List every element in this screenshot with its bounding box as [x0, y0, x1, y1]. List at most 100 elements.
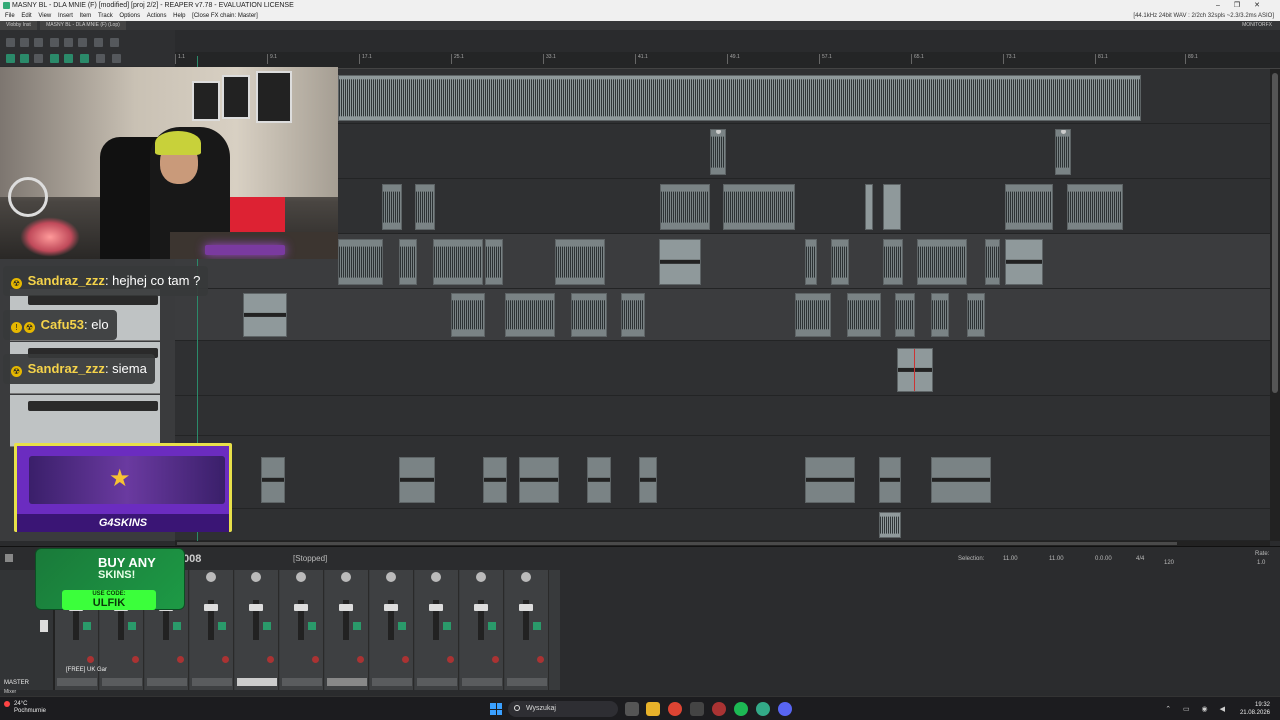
media-item[interactable] [879, 512, 901, 538]
media-item[interactable] [883, 239, 903, 285]
task-view-icon[interactable] [625, 702, 639, 716]
record-arm-button[interactable] [177, 656, 184, 663]
taskbar-search[interactable]: Wyszukaj [508, 701, 618, 717]
media-item[interactable] [831, 239, 849, 285]
fx-button[interactable] [353, 622, 361, 630]
snap-icon[interactable] [6, 54, 15, 63]
bpm-field[interactable]: 120 [1164, 560, 1174, 566]
menu-help[interactable]: Help [173, 13, 185, 19]
auto-crossfade-icon[interactable] [50, 54, 59, 63]
media-item[interactable] [795, 293, 831, 337]
media-item[interactable] [1005, 184, 1053, 230]
fader-cap[interactable] [294, 604, 308, 611]
media-item[interactable] [931, 293, 949, 337]
media-item[interactable] [243, 293, 287, 337]
crossfade-editor-icon[interactable] [96, 54, 105, 63]
project-settings-icon[interactable] [50, 38, 59, 47]
media-item[interactable] [587, 457, 611, 503]
track-controls[interactable] [28, 401, 158, 411]
media-item[interactable] [485, 239, 503, 285]
redo-icon[interactable] [78, 38, 87, 47]
play-button-icon[interactable] [5, 554, 13, 562]
track-header[interactable] [10, 395, 160, 447]
media-item[interactable] [1067, 184, 1123, 230]
minimize-button[interactable]: – [1216, 2, 1234, 9]
media-item[interactable] [555, 239, 605, 285]
weather-widget[interactable]: 24°C Pochmurnie [14, 701, 46, 715]
media-item[interactable] [621, 293, 645, 337]
discord-icon[interactable] [778, 702, 792, 716]
scroll-thumb[interactable] [177, 542, 1177, 545]
media-item[interactable] [338, 75, 1141, 121]
fx-button[interactable] [443, 622, 451, 630]
close-button[interactable]: ✕ [1254, 2, 1274, 9]
mixer-tab[interactable]: Mixer [4, 689, 16, 695]
scroll-thumb[interactable] [1272, 73, 1278, 393]
track-lane[interactable] [175, 289, 1270, 341]
start-button[interactable] [490, 703, 502, 715]
media-item[interactable] [895, 293, 915, 337]
fader-cap[interactable] [429, 604, 443, 611]
ripple-edit-icon[interactable] [20, 54, 29, 63]
taskbar-clock[interactable]: 19:32 21.08.2026 [1240, 701, 1270, 717]
timeline-ruler[interactable]: 1.1 9.1 17.1 25.1 33.1 41.1 49.1 57.1 65… [175, 52, 1280, 69]
record-arm-button[interactable] [357, 656, 364, 663]
arrange-view[interactable] [175, 69, 1270, 541]
file-explorer-icon[interactable] [646, 702, 660, 716]
media-item[interactable] [338, 239, 383, 285]
mixer-strip[interactable] [280, 570, 324, 690]
save-project-icon[interactable] [34, 38, 43, 47]
menu-track[interactable]: Track [98, 13, 113, 19]
fader-cap[interactable] [384, 604, 398, 611]
fx-button[interactable] [533, 622, 541, 630]
app-icon[interactable] [712, 702, 726, 716]
monitor-fx-button[interactable]: MONITORFX [1242, 21, 1272, 30]
envelope-lock-icon[interactable] [64, 54, 73, 63]
grouping-icon[interactable] [34, 54, 43, 63]
menu-options[interactable]: Options [119, 13, 140, 19]
fx-button[interactable] [83, 622, 91, 630]
pan-knob[interactable] [206, 572, 216, 582]
time-signature[interactable]: 4/4 [1136, 556, 1144, 562]
tab-project-1[interactable]: Vlobby Inst [0, 21, 37, 30]
metronome-icon[interactable] [94, 38, 103, 47]
media-item[interactable] [931, 457, 991, 503]
fx-button[interactable] [488, 622, 496, 630]
record-arm-button[interactable] [132, 656, 139, 663]
pan-knob[interactable] [431, 572, 441, 582]
tool-icon[interactable] [112, 54, 121, 63]
track-lane[interactable] [175, 396, 1270, 436]
track-lane[interactable] [175, 341, 1270, 396]
media-item[interactable] [639, 457, 657, 503]
fader-cap[interactable] [474, 604, 488, 611]
fx-button[interactable] [218, 622, 226, 630]
media-item[interactable] [1005, 239, 1043, 285]
selection-end[interactable]: 11.00 [1049, 556, 1064, 562]
loop-icon[interactable] [80, 54, 89, 63]
tab-project-2[interactable]: MASNY BL - DLA MNIE (F) (Lop) [40, 21, 126, 30]
selection-length[interactable]: 0.0.00 [1095, 556, 1112, 562]
media-item[interactable] [571, 293, 607, 337]
fader-cap[interactable] [339, 604, 353, 611]
mixer-strip[interactable] [460, 570, 504, 690]
media-item[interactable] [451, 293, 485, 337]
mixer-strip[interactable] [235, 570, 279, 690]
menu-edit[interactable]: Edit [21, 13, 31, 19]
media-item[interactable] [399, 239, 417, 285]
fx-button[interactable] [128, 622, 136, 630]
media-item[interactable] [1055, 129, 1071, 175]
fx-button[interactable] [308, 622, 316, 630]
mixer-strip[interactable] [190, 570, 234, 690]
media-item[interactable] [519, 457, 559, 503]
media-item[interactable] [261, 457, 285, 503]
media-item[interactable] [659, 239, 701, 285]
menu-insert[interactable]: Insert [58, 13, 73, 19]
menu-item[interactable]: Item [80, 13, 92, 19]
mixer-strip[interactable] [325, 570, 369, 690]
media-item[interactable] [847, 293, 881, 337]
menu-file[interactable]: File [5, 13, 15, 19]
record-arm-button[interactable] [87, 656, 94, 663]
rate-field[interactable]: 1.0 [1257, 560, 1265, 566]
track-lane[interactable] [175, 436, 1270, 509]
media-item[interactable] [917, 239, 967, 285]
